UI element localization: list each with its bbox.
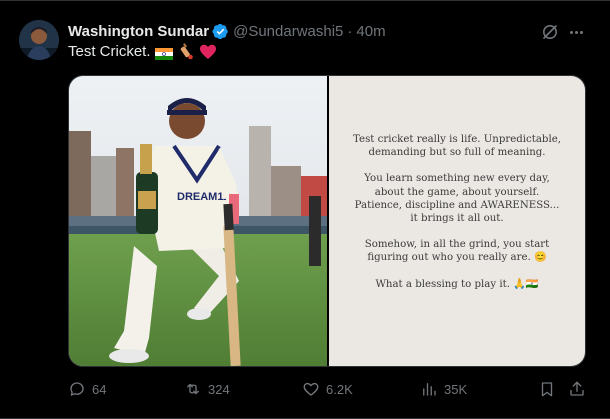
heart-icon: [303, 382, 319, 396]
note-line: What a blessing to play it. 🙏🇮🇳: [375, 278, 539, 290]
user-handle[interactable]: @Sundarwashi5: [233, 23, 343, 40]
views-button[interactable]: 35K: [420, 377, 467, 401]
bookmark-icon: [541, 382, 553, 397]
reply-button[interactable]: 64: [68, 377, 106, 401]
like-count: 6.2K: [326, 381, 353, 397]
note-line: demanding but so full of meaning.: [368, 147, 546, 159]
note-line: figuring out who you really are. 😊: [367, 252, 547, 264]
note-line: it brings it all out.: [410, 213, 504, 225]
note-line: You learn something new every day,: [364, 173, 550, 185]
note-line: Test cricket really is life. Unpredictab…: [353, 134, 561, 145]
repost-count: 324: [208, 381, 230, 397]
note-paragraph-2: You learn something new every day, about…: [329, 172, 585, 225]
cricket-photo[interactable]: DREAM11: [69, 76, 327, 366]
timestamp[interactable]: 40m: [356, 23, 385, 40]
display-name[interactable]: Washington Sundar: [68, 23, 209, 40]
tweet-media[interactable]: DREAM11 Test cricket really is life. Unp…: [68, 75, 586, 367]
instagram-note-image[interactable]: Test cricket really is life. Unpredictab…: [329, 76, 585, 366]
grok-icon[interactable]: [541, 23, 559, 41]
share-button[interactable]: [568, 377, 586, 401]
bookmark-button[interactable]: [538, 377, 556, 401]
action-bar: 64 324 6.2K 35K: [68, 377, 586, 401]
like-button[interactable]: 6.2K: [302, 377, 353, 401]
view-count: 35K: [444, 381, 468, 397]
more-options-icon[interactable]: [566, 23, 586, 41]
note-paragraph-3: Somehow, in all the grind, you start fig…: [329, 238, 585, 264]
tweet-header: Washington Sundar @Sundarwashi5 · 40m: [68, 21, 386, 41]
share-icon: [570, 381, 584, 396]
note-paragraph-4: What a blessing to play it. 🙏🇮🇳: [329, 278, 585, 291]
tweet[interactable]: Washington Sundar @Sundarwashi5 · 40m Te…: [0, 0, 610, 419]
red-heart-emoji: [199, 43, 217, 61]
reply-count: 64: [92, 381, 107, 397]
verified-badge-icon: [212, 23, 229, 40]
note-line: about the game, about yourself.: [374, 186, 540, 198]
cricket-bat-emoji: [177, 43, 195, 61]
repost-button[interactable]: 324: [184, 377, 230, 401]
note-text: Test cricket really is life. Unpredictab…: [329, 133, 585, 304]
india-flag-emoji: [154, 46, 173, 60]
avatar[interactable]: [19, 20, 59, 60]
note-line: Somehow, in all the grind, you start: [364, 239, 550, 251]
note-line: Patience, discipline and AWARENESS...: [354, 199, 560, 211]
jersey-logo-text: DREAM11: [177, 191, 229, 203]
note-paragraph-1: Test cricket really is life. Unpredictab…: [329, 133, 585, 159]
reply-icon: [70, 382, 84, 396]
tweet-text: Test Cricket.: [68, 42, 217, 62]
separator-dot: ·: [347, 22, 353, 40]
tweet-text-content: Test Cricket.: [68, 43, 151, 60]
repost-icon: [187, 383, 199, 395]
analytics-icon: [423, 383, 436, 396]
